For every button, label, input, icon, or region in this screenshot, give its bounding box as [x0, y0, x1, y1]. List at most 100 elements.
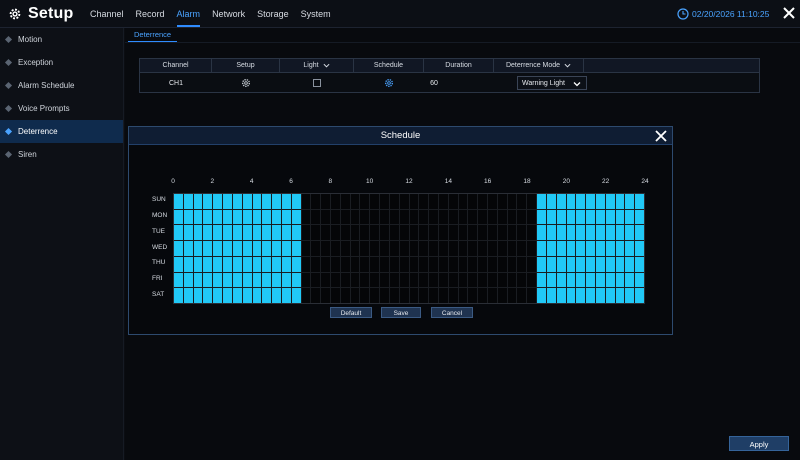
schedule-slot[interactable] [488, 225, 497, 241]
schedule-slot[interactable] [448, 209, 458, 225]
schedule-slot[interactable] [301, 288, 311, 303]
schedule-slot[interactable] [458, 256, 468, 272]
schedule-slot[interactable] [488, 241, 497, 256]
schedule-slot[interactable] [281, 241, 291, 256]
schedule-slot[interactable] [497, 241, 507, 256]
schedule-slot[interactable] [399, 209, 409, 225]
schedule-slot[interactable] [546, 225, 556, 241]
schedule-slot[interactable] [566, 256, 576, 272]
schedule-slot[interactable] [527, 256, 537, 272]
schedule-slot[interactable] [556, 225, 566, 241]
schedule-slot[interactable] [419, 272, 429, 288]
schedule-slot[interactable] [468, 256, 478, 272]
schedule-slot[interactable] [419, 241, 429, 256]
schedule-slot[interactable] [252, 256, 262, 272]
schedule-slot[interactable] [174, 256, 183, 272]
schedule-slot[interactable] [429, 241, 438, 256]
schedule-slot[interactable] [409, 272, 419, 288]
schedule-slot[interactable] [340, 288, 350, 303]
schedule-slot[interactable] [380, 272, 389, 288]
header-light[interactable]: Light [280, 59, 354, 72]
schedule-slot[interactable] [605, 241, 615, 256]
schedule-slot[interactable] [281, 288, 291, 303]
schedule-slot[interactable] [281, 256, 291, 272]
schedule-slot[interactable] [615, 288, 625, 303]
duration-value[interactable]: 60 [424, 74, 444, 92]
schedule-slot[interactable] [203, 241, 213, 256]
schedule-slot[interactable] [213, 256, 223, 272]
schedule-slot[interactable] [311, 288, 321, 303]
schedule-slot[interactable] [242, 225, 252, 241]
schedule-slot[interactable] [331, 256, 340, 272]
schedule-slot[interactable] [458, 225, 468, 241]
schedule-slot[interactable] [419, 209, 429, 225]
schedule-slot[interactable] [399, 288, 409, 303]
schedule-slot[interactable] [556, 194, 566, 209]
schedule-slot[interactable] [566, 194, 576, 209]
schedule-slot[interactable] [242, 256, 252, 272]
schedule-slot[interactable] [468, 225, 478, 241]
schedule-slot[interactable] [291, 194, 301, 209]
schedule-slot[interactable] [556, 256, 566, 272]
schedule-slot[interactable] [448, 272, 458, 288]
schedule-slot[interactable] [213, 225, 223, 241]
schedule-slot[interactable] [527, 272, 537, 288]
schedule-slot[interactable] [380, 256, 389, 272]
schedule-slot[interactable] [174, 288, 183, 303]
schedule-slot[interactable] [546, 209, 556, 225]
schedule-slot[interactable] [635, 225, 644, 241]
schedule-slot[interactable] [448, 241, 458, 256]
schedule-slot[interactable] [321, 225, 330, 241]
header-deterrence-mode[interactable]: Deterrence Mode [494, 59, 584, 72]
schedule-slot[interactable] [331, 241, 340, 256]
schedule-slot[interactable] [350, 272, 360, 288]
schedule-slot[interactable] [399, 272, 409, 288]
schedule-slot[interactable] [605, 256, 615, 272]
schedule-slot[interactable] [517, 288, 527, 303]
schedule-slot[interactable] [507, 194, 517, 209]
schedule-slot[interactable] [458, 288, 468, 303]
schedule-slot[interactable] [223, 288, 232, 303]
schedule-slot[interactable] [232, 256, 242, 272]
schedule-slot[interactable] [223, 209, 232, 225]
schedule-slot[interactable] [488, 272, 497, 288]
schedule-button[interactable] [354, 74, 424, 92]
schedule-slot[interactable] [291, 241, 301, 256]
schedule-slot[interactable] [409, 194, 419, 209]
schedule-slot[interactable] [213, 272, 223, 288]
schedule-slot[interactable] [537, 241, 546, 256]
close-icon[interactable] [655, 130, 667, 142]
schedule-slot[interactable] [478, 256, 487, 272]
menu-channel[interactable]: Channel [84, 0, 130, 28]
schedule-slot[interactable] [488, 256, 497, 272]
schedule-slot[interactable] [429, 256, 438, 272]
schedule-slot[interactable] [291, 209, 301, 225]
schedule-slot[interactable] [331, 209, 340, 225]
schedule-slot[interactable] [517, 272, 527, 288]
schedule-slot[interactable] [370, 256, 380, 272]
schedule-slot[interactable] [262, 288, 272, 303]
schedule-slot[interactable] [311, 209, 321, 225]
schedule-slot[interactable] [213, 209, 223, 225]
schedule-slot[interactable] [340, 256, 350, 272]
sidebar-item-motion[interactable]: Motion [0, 28, 123, 51]
schedule-slot[interactable] [556, 209, 566, 225]
schedule-slot[interactable] [311, 256, 321, 272]
schedule-slot[interactable] [242, 241, 252, 256]
schedule-slot[interactable] [232, 209, 242, 225]
schedule-slot[interactable] [193, 241, 203, 256]
schedule-slot[interactable] [458, 209, 468, 225]
schedule-slot[interactable] [576, 288, 586, 303]
schedule-slot[interactable] [350, 288, 360, 303]
schedule-slot[interactable] [615, 241, 625, 256]
schedule-slot[interactable] [615, 272, 625, 288]
schedule-slot[interactable] [556, 241, 566, 256]
schedule-slot[interactable] [595, 209, 605, 225]
schedule-slot[interactable] [223, 225, 232, 241]
schedule-slot[interactable] [232, 272, 242, 288]
schedule-slot[interactable] [586, 225, 595, 241]
schedule-slot[interactable] [586, 256, 595, 272]
schedule-slot[interactable] [360, 241, 370, 256]
schedule-slot[interactable] [497, 225, 507, 241]
schedule-slot[interactable] [586, 194, 595, 209]
